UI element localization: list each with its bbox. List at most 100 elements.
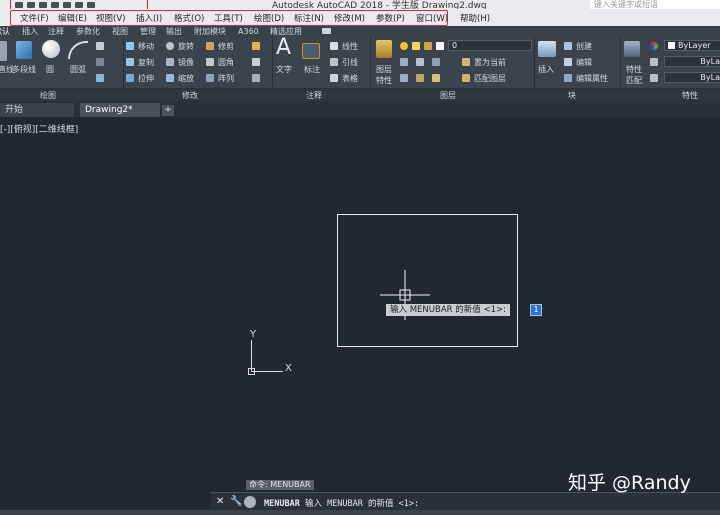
make-current-icon[interactable] [462, 58, 470, 66]
layer-properties-button[interactable]: 图层 特性 [376, 64, 392, 86]
layer-merge-icon[interactable] [416, 74, 424, 82]
layers-panel-title[interactable]: 图层 [440, 90, 456, 101]
copy-icon[interactable] [126, 58, 134, 66]
menu-format[interactable]: 格式(O) [174, 12, 204, 24]
saveas-icon[interactable] [51, 1, 59, 8]
open-icon[interactable] [27, 1, 35, 8]
save-icon[interactable] [39, 1, 47, 8]
circle-button[interactable]: 圆 [46, 64, 54, 75]
arc-button[interactable]: 圆弧 [70, 64, 86, 75]
array-icon[interactable] [206, 74, 214, 82]
search-input[interactable]: 键入关键字或短语 [590, 0, 720, 9]
leader-button[interactable]: 引线 [342, 57, 358, 68]
draw-panel-title[interactable]: 绘图 [40, 90, 56, 101]
move-button[interactable]: 移动 [138, 41, 154, 52]
arc-icon[interactable] [68, 41, 88, 59]
print-icon[interactable] [63, 1, 71, 8]
scale-icon[interactable] [166, 74, 174, 82]
menu-tools[interactable]: 工具(T) [214, 12, 243, 24]
linear-icon[interactable] [330, 42, 338, 50]
match-layer-button[interactable]: 匹配图层 [474, 73, 506, 84]
trim-icon[interactable] [206, 42, 214, 50]
layer-freeze-icon[interactable] [412, 42, 420, 50]
stretch-button[interactable]: 拉伸 [138, 73, 154, 84]
block-panel-title[interactable]: 块 [568, 90, 576, 101]
linear-button[interactable]: 线性 [342, 41, 358, 52]
erase-icon[interactable] [252, 42, 260, 50]
linetype-select[interactable]: ByLa [664, 72, 720, 83]
new-icon[interactable] [15, 1, 23, 8]
edit-attributes-button[interactable]: 编辑属性 [576, 73, 608, 84]
layer-on-icon[interactable] [400, 42, 408, 50]
layer-properties-icon[interactable] [376, 40, 392, 58]
menu-view[interactable]: 视图(V) [96, 12, 125, 24]
tab-drawing2[interactable]: Drawing2* [80, 103, 160, 117]
match-properties-icon[interactable] [624, 41, 640, 57]
menu-parametric[interactable]: 参数(P) [376, 12, 405, 24]
menu-draw[interactable]: 绘图(D) [254, 12, 284, 24]
table-icon[interactable] [330, 74, 338, 82]
layer-off-icon[interactable] [416, 58, 424, 66]
dimension-button[interactable]: 标注 [304, 64, 320, 75]
rectangle-shape[interactable] [337, 214, 518, 347]
tab-parametric[interactable]: 参数化 [76, 26, 100, 37]
color-wheel-icon[interactable] [650, 42, 658, 50]
insert-block-icon[interactable] [538, 41, 556, 57]
rotate-button[interactable]: 旋转 [178, 41, 194, 52]
lineweight-icon[interactable] [650, 58, 658, 66]
edit-block-icon[interactable] [564, 58, 572, 66]
layer-walk-icon[interactable] [400, 74, 408, 82]
make-current-button[interactable]: 置为当前 [474, 57, 506, 68]
fillet-button[interactable]: 圆角 [218, 57, 234, 68]
modify-panel-title[interactable]: 修改 [182, 90, 198, 101]
menu-modify[interactable]: 修改(M) [334, 12, 365, 24]
circle-icon[interactable] [42, 40, 60, 58]
text-button[interactable]: 文字 [276, 64, 292, 75]
redo-icon[interactable] [87, 1, 95, 8]
move-icon[interactable] [126, 42, 134, 50]
edit-attributes-icon[interactable] [564, 74, 572, 82]
trim-button[interactable]: 修剪 [218, 41, 234, 52]
copy-button[interactable]: 复制 [138, 57, 154, 68]
text-icon[interactable]: A [276, 35, 291, 60]
layer-state-icon[interactable] [432, 74, 440, 82]
tab-addins[interactable]: 附加模块 [194, 26, 226, 37]
polyline-button[interactable]: 多段线 [12, 64, 36, 75]
edit-block-button[interactable]: 编辑 [576, 57, 592, 68]
command-menu-icon[interactable] [244, 496, 256, 508]
tab-insert[interactable]: 插入 [22, 26, 38, 37]
rotate-icon[interactable] [166, 42, 174, 50]
layer-select[interactable]: 0 [448, 40, 532, 51]
tab-start[interactable]: 开始 [0, 103, 74, 117]
menu-edit[interactable]: 编辑(E) [58, 12, 87, 24]
tab-view[interactable]: 视图 [112, 26, 128, 37]
properties-panel-title[interactable]: 特性 [682, 90, 698, 101]
region-icon[interactable] [96, 74, 104, 82]
new-tab-button[interactable]: + [162, 105, 174, 116]
tab-home[interactable]: 默认 [0, 26, 10, 37]
table-button[interactable]: 表格 [342, 73, 358, 84]
explode-icon[interactable] [252, 58, 260, 66]
command-input[interactable]: MENUBAR 输入 MENUBAR 的新值 <1>: [264, 497, 419, 509]
mirror-button[interactable]: 镜像 [178, 57, 194, 68]
line-icon[interactable] [0, 41, 7, 61]
menu-dimension[interactable]: 标注(N) [294, 12, 324, 24]
dynamic-input-field[interactable]: 1 [530, 304, 542, 316]
fillet-icon[interactable] [206, 58, 214, 66]
array-button[interactable]: 阵列 [218, 73, 234, 84]
undo-icon[interactable] [75, 1, 83, 8]
menu-window[interactable]: 窗口(W) [416, 12, 448, 24]
layer-iso-icon[interactable] [400, 58, 408, 66]
menu-help[interactable]: 帮助(H) [460, 12, 490, 24]
layer-unlock-icon[interactable] [432, 58, 440, 66]
rectangle-icon[interactable] [96, 42, 104, 50]
drawing-canvas[interactable]: Y X [0, 117, 720, 492]
layer-lock-icon[interactable] [424, 42, 432, 50]
menu-file[interactable]: 文件(F) [20, 12, 49, 24]
tab-a360[interactable]: A360 [238, 26, 259, 37]
offset-icon[interactable] [252, 74, 260, 82]
stretch-icon[interactable] [126, 74, 134, 82]
annotation-panel-title[interactable]: 注释 [306, 90, 322, 101]
tab-output[interactable]: 输出 [166, 26, 182, 37]
polyline-icon[interactable] [16, 41, 32, 59]
